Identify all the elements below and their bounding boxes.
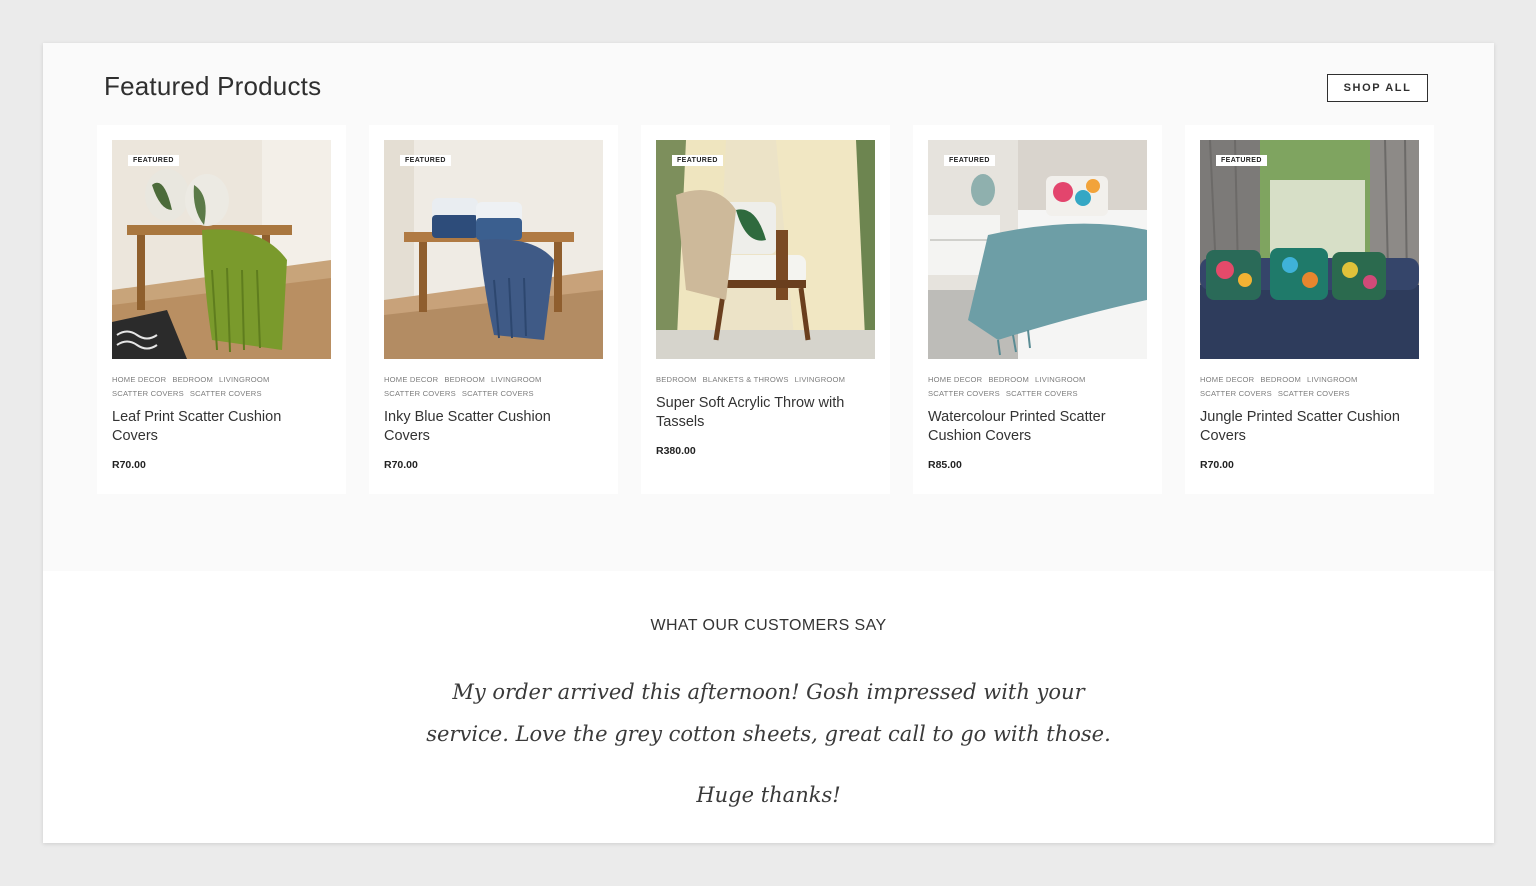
tag-link[interactable]: SCATTER COVERS bbox=[462, 387, 534, 401]
testimonial-quote: My order arrived this afternoon! Gosh im… bbox=[43, 671, 1494, 816]
product-name[interactable]: Watercolour Printed Scatter Cushion Cove… bbox=[928, 408, 1138, 446]
featured-badge: FEATURED bbox=[128, 155, 179, 166]
tag-link[interactable]: SCATTER COVERS bbox=[1006, 387, 1078, 401]
product-card[interactable]: FEATURED HOME DECOR BEDROOM LIVINGROOM S… bbox=[369, 125, 618, 494]
tag-link[interactable]: LIVINGROOM bbox=[1307, 373, 1358, 387]
tag-link[interactable]: HOME DECOR bbox=[112, 373, 166, 387]
product-tags: HOME DECOR BEDROOM LIVINGROOM SCATTER CO… bbox=[928, 373, 1118, 401]
quote-line: service. Love the grey cotton sheets, gr… bbox=[426, 722, 1111, 746]
product-name[interactable]: Inky Blue Scatter Cushion Covers bbox=[384, 408, 594, 446]
product-card[interactable]: FEATURED BEDROOM BLANKETS & THROWS LIVIN… bbox=[641, 125, 890, 494]
product-card[interactable]: FEATURED HOME DECOR BEDROOM LIVINGROOM S… bbox=[97, 125, 346, 494]
testimonial-section: WHAT OUR CUSTOMERS SAY My order arrived … bbox=[43, 571, 1494, 843]
tag-link[interactable]: BEDROOM bbox=[988, 373, 1029, 387]
quote-line: Huge thanks! bbox=[696, 783, 841, 807]
product-card[interactable]: FEATURED HOME DECOR BEDROOM LIVINGROOM S… bbox=[1185, 125, 1434, 494]
testimonial-heading: WHAT OUR CUSTOMERS SAY bbox=[650, 617, 887, 634]
tag-link[interactable]: BLANKETS & THROWS bbox=[703, 373, 789, 387]
product-image[interactable]: FEATURED bbox=[112, 140, 331, 359]
product-price: R380.00 bbox=[656, 445, 696, 457]
featured-badge: FEATURED bbox=[400, 155, 451, 166]
product-price: R70.00 bbox=[1200, 459, 1234, 471]
product-name[interactable]: Leaf Print Scatter Cushion Covers bbox=[112, 408, 322, 446]
product-name[interactable]: Jungle Printed Scatter Cushion Covers bbox=[1200, 408, 1410, 446]
tag-link[interactable]: SCATTER COVERS bbox=[384, 387, 456, 401]
tag-link[interactable]: BEDROOM bbox=[444, 373, 485, 387]
tag-link[interactable]: SCATTER COVERS bbox=[1200, 387, 1272, 401]
shop-all-button[interactable]: SHOP ALL bbox=[1327, 74, 1428, 102]
featured-badge: FEATURED bbox=[672, 155, 723, 166]
tag-link[interactable]: SCATTER COVERS bbox=[1278, 387, 1350, 401]
tag-link[interactable]: SCATTER COVERS bbox=[112, 387, 184, 401]
product-tags: HOME DECOR BEDROOM LIVINGROOM SCATTER CO… bbox=[1200, 373, 1390, 401]
tag-link[interactable]: HOME DECOR bbox=[928, 373, 982, 387]
product-image[interactable]: FEATURED bbox=[1200, 140, 1419, 359]
tag-link[interactable]: SCATTER COVERS bbox=[190, 387, 262, 401]
product-price: R70.00 bbox=[384, 459, 418, 471]
product-image[interactable]: FEATURED bbox=[384, 140, 603, 359]
tag-link[interactable]: SCATTER COVERS bbox=[928, 387, 1000, 401]
tag-link[interactable]: HOME DECOR bbox=[1200, 373, 1254, 387]
tag-link[interactable]: BEDROOM bbox=[656, 373, 697, 387]
tag-link[interactable]: BEDROOM bbox=[1260, 373, 1301, 387]
product-image[interactable]: FEATURED bbox=[928, 140, 1147, 359]
product-tags: HOME DECOR BEDROOM LIVINGROOM SCATTER CO… bbox=[112, 373, 302, 401]
product-tags: HOME DECOR BEDROOM LIVINGROOM SCATTER CO… bbox=[384, 373, 574, 401]
tag-link[interactable]: LIVINGROOM bbox=[795, 373, 846, 387]
product-grid: FEATURED HOME DECOR BEDROOM LIVINGROOM S… bbox=[97, 125, 1434, 494]
tag-link[interactable]: LIVINGROOM bbox=[491, 373, 542, 387]
featured-badge: FEATURED bbox=[1216, 155, 1267, 166]
product-tags: BEDROOM BLANKETS & THROWS LIVINGROOM bbox=[656, 373, 846, 387]
featured-products-section: Featured Products SHOP ALL FEATURED HOME… bbox=[43, 43, 1494, 571]
featured-badge: FEATURED bbox=[944, 155, 995, 166]
product-name[interactable]: Super Soft Acrylic Throw with Tassels bbox=[656, 394, 866, 432]
section-title: Featured Products bbox=[104, 71, 322, 101]
product-image[interactable]: FEATURED bbox=[656, 140, 875, 359]
product-card[interactable]: FEATURED HOME DECOR BEDROOM LIVINGROOM S… bbox=[913, 125, 1162, 494]
product-price: R70.00 bbox=[112, 459, 146, 471]
tag-link[interactable]: HOME DECOR bbox=[384, 373, 438, 387]
product-price: R85.00 bbox=[928, 459, 962, 471]
tag-link[interactable]: LIVINGROOM bbox=[219, 373, 270, 387]
quote-line: My order arrived this afternoon! Gosh im… bbox=[452, 680, 1085, 704]
tag-link[interactable]: BEDROOM bbox=[172, 373, 213, 387]
tag-link[interactable]: LIVINGROOM bbox=[1035, 373, 1086, 387]
page-frame: Featured Products SHOP ALL FEATURED HOME… bbox=[43, 43, 1494, 843]
